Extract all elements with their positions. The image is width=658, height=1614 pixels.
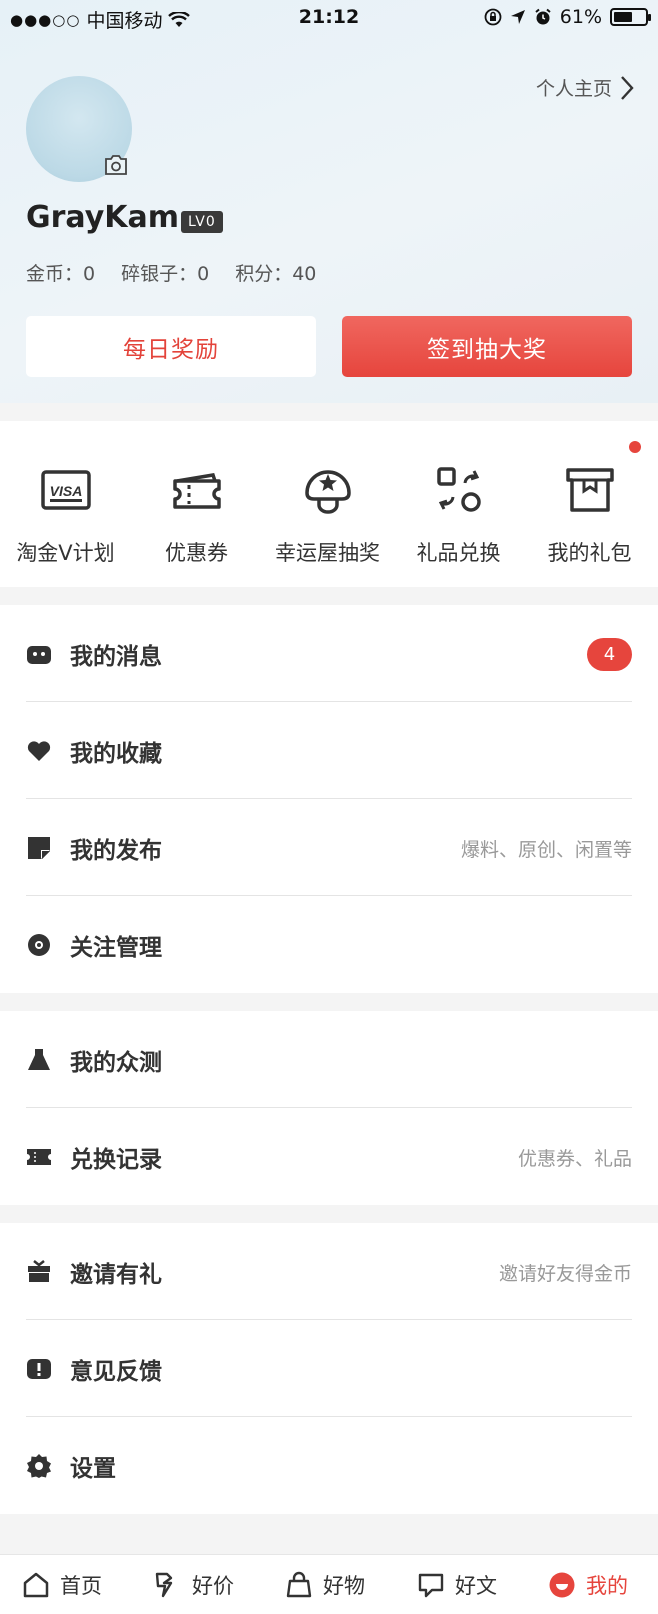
- tab-label: 好文: [455, 1574, 497, 1598]
- tab-home[interactable]: 首页: [22, 1567, 102, 1603]
- menu-item-label: 我的消息: [70, 644, 162, 670]
- visa-card-icon: VISA: [41, 470, 91, 510]
- menu-item-label: 兑换记录: [70, 1147, 162, 1173]
- username: GrayKam: [26, 200, 180, 235]
- coupon-ticket-icon: [173, 473, 221, 509]
- tab-label: 首页: [60, 1574, 102, 1598]
- menu-item-hint: 爆料、原创、闲置等: [460, 839, 632, 861]
- menu-item-label: 我的发布: [70, 838, 162, 864]
- message-icon: [27, 646, 51, 664]
- menu-item-label: 我的众测: [70, 1050, 162, 1076]
- note-icon: [28, 837, 50, 859]
- personal-homepage-label: 个人主页: [535, 78, 612, 100]
- quick-action-my-gifts[interactable]: 我的礼包: [524, 421, 655, 587]
- bottom-tab-bar: 首页 好价 好物 好文 我的: [0, 1554, 658, 1614]
- personal-homepage-link[interactable]: 个人主页: [536, 74, 634, 101]
- exchange-icon: [437, 467, 481, 512]
- unread-count-badge: 4: [587, 638, 632, 671]
- quick-actions: VISA 淘金V计划 优惠券 幸运屋抽奖 礼品兑换 我的礼包: [0, 421, 658, 587]
- menu-section-activity: 我的众测 兑换记录 优惠券、礼品: [0, 1011, 658, 1205]
- menu-item-hint: 邀请好友得金币: [498, 1263, 632, 1285]
- menu-item-hint: 优惠券、礼品: [517, 1148, 632, 1170]
- battery-percent: 61%: [559, 6, 602, 28]
- bag-icon: [286, 1571, 312, 1598]
- level-badge: LV0: [181, 211, 223, 233]
- tag-icon: [155, 1572, 173, 1598]
- feedback-icon: [27, 1359, 51, 1379]
- tab-label: 好价: [192, 1574, 234, 1598]
- quick-action-label: 幸运屋抽奖: [275, 541, 380, 565]
- menu-item-messages[interactable]: 我的消息 4: [0, 605, 658, 702]
- gear-icon: [27, 1454, 51, 1478]
- camera-icon[interactable]: [103, 154, 129, 176]
- gift-icon: [28, 1260, 50, 1282]
- tab-goods[interactable]: 好物: [285, 1567, 365, 1603]
- quick-action-vplan[interactable]: VISA 淘金V计划: [0, 421, 131, 587]
- quick-action-label: 我的礼包: [547, 541, 632, 565]
- coins-stat: 金币：0: [26, 263, 96, 285]
- quick-action-label: 礼品兑换: [416, 541, 501, 565]
- quick-action-label: 淘金V计划: [16, 541, 115, 565]
- user-stats: 金币：0 碎银子：0 积分：40: [26, 259, 316, 286]
- home-icon: [23, 1572, 49, 1598]
- ticket-icon: [27, 1149, 51, 1165]
- heart-icon: [27, 741, 51, 761]
- profile-page: ●●●○○ 中国移动 21:12 61% 个人主页 GrayKam LV0 金币…: [0, 0, 658, 1614]
- status-bar: ●●●○○ 中国移动 21:12 61%: [0, 0, 658, 38]
- quick-action-label: 优惠券: [165, 541, 228, 565]
- quick-action-coupon[interactable]: 优惠券: [131, 421, 262, 587]
- menu-item-follow-management[interactable]: 关注管理: [0, 896, 658, 993]
- menu-item-exchange-records[interactable]: 兑换记录 优惠券、礼品: [0, 1108, 658, 1205]
- flask-icon: [28, 1049, 50, 1070]
- menu-item-label: 意见反馈: [70, 1359, 162, 1385]
- follow-icon: [28, 934, 50, 956]
- menu-section-misc: 邀请有礼 邀请好友得金币 意见反馈 设置: [0, 1223, 658, 1514]
- menu-item-invite[interactable]: 邀请有礼 邀请好友得金币: [0, 1223, 658, 1320]
- points-stat: 积分：40: [235, 263, 317, 285]
- menu-item-my-posts[interactable]: 我的发布 爆料、原创、闲置等: [0, 799, 658, 896]
- menu-item-label: 我的收藏: [70, 741, 162, 767]
- checkin-lottery-button[interactable]: 签到抽大奖: [342, 316, 632, 377]
- chevron-right-icon: [621, 75, 634, 100]
- gift-box-icon: [566, 468, 614, 512]
- menu-item-feedback[interactable]: 意见反馈: [0, 1320, 658, 1417]
- menu-item-label: 设置: [70, 1456, 116, 1482]
- battery-level: [614, 12, 632, 22]
- location-arrow-icon: [510, 10, 525, 24]
- tab-articles[interactable]: 好文: [417, 1567, 497, 1603]
- svg-text:VISA: VISA: [50, 483, 83, 499]
- notification-dot: [629, 441, 641, 453]
- battery-icon: [610, 8, 651, 26]
- quick-action-lucky-house[interactable]: 幸运屋抽奖: [262, 421, 393, 587]
- tab-me[interactable]: 我的: [548, 1567, 628, 1603]
- menu-item-favorites[interactable]: 我的收藏: [0, 702, 658, 799]
- article-icon: [418, 1573, 444, 1598]
- alarm-icon: [535, 8, 551, 25]
- menu-item-crowd-test[interactable]: 我的众测: [0, 1011, 658, 1108]
- menu-item-settings[interactable]: 设置: [0, 1417, 658, 1514]
- lucky-mushroom-icon: [305, 470, 351, 514]
- rotation-lock-icon: [484, 8, 502, 26]
- tab-deals[interactable]: 好价: [154, 1567, 234, 1603]
- silver-stat: 碎银子：0: [121, 263, 210, 285]
- menu-item-label: 邀请有礼: [70, 1262, 162, 1288]
- daily-reward-button[interactable]: 每日奖励: [26, 316, 316, 377]
- me-icon: [549, 1572, 575, 1598]
- menu-item-label: 关注管理: [70, 935, 162, 961]
- tab-label: 好物: [323, 1574, 365, 1598]
- tab-label: 我的: [586, 1574, 628, 1598]
- menu-section-account: 我的消息 4 我的收藏 我的发布 爆料、原创、闲置等 关注管理: [0, 605, 658, 993]
- profile-header: ●●●○○ 中国移动 21:12 61% 个人主页 GrayKam LV0 金币…: [0, 0, 658, 403]
- quick-action-gift-exchange[interactable]: 礼品兑换: [393, 421, 524, 587]
